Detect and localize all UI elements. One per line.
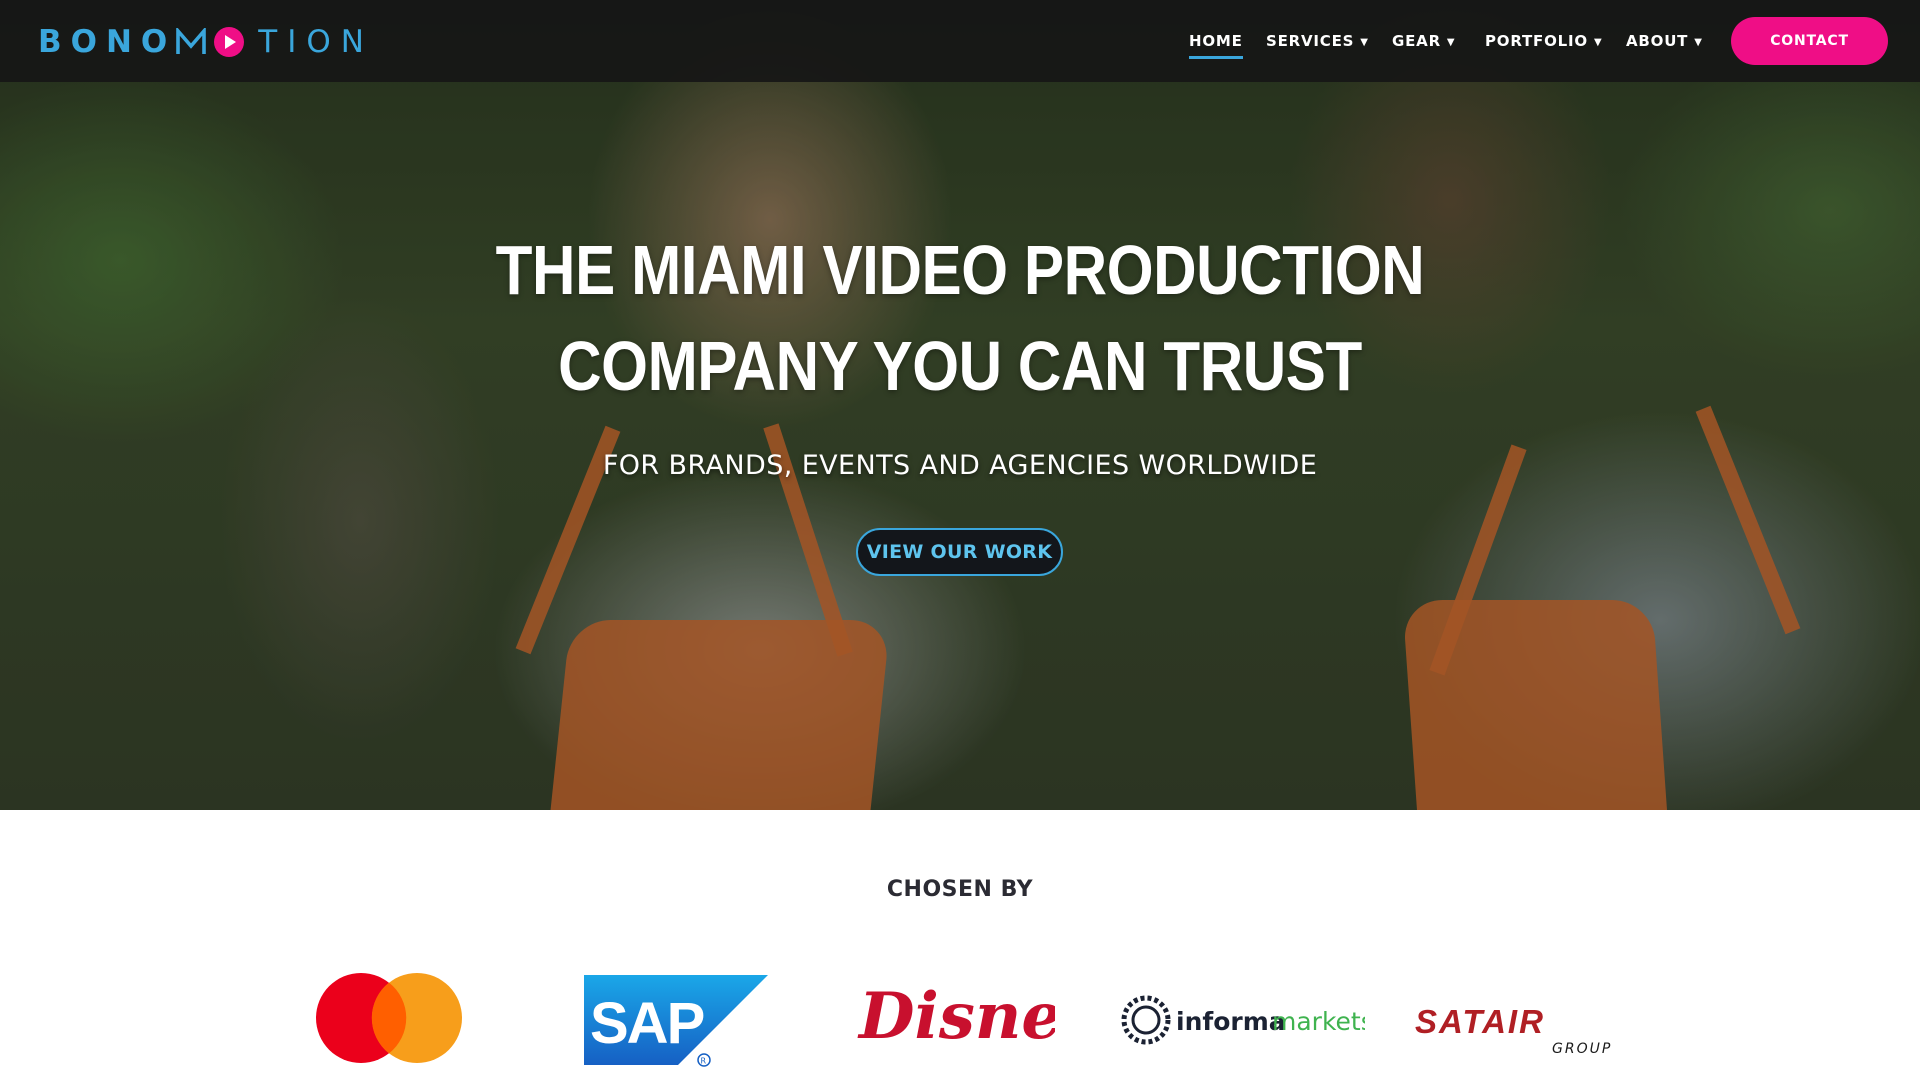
- clients-heading: CHOSEN BY: [886, 877, 1034, 902]
- play-icon: [214, 27, 245, 57]
- view-our-work-button[interactable]: VIEW OUR WORK: [856, 528, 1063, 576]
- site-header: BONO TION HOME SERVICES ▼ GEAR ▼ PORTFOL…: [0, 0, 1920, 82]
- disney-logo: Disney: [855, 968, 1103, 1068]
- informa-markets-logo: informa markets: [1120, 990, 1374, 1050]
- hero-subtitle: FOR BRANDS, EVENTS AND AGENCIES WORLDWID…: [602, 450, 1318, 481]
- nav-item-services[interactable]: SERVICES ▼: [1266, 31, 1369, 51]
- chevron-down-icon: ▼: [1593, 36, 1603, 48]
- satair-logo-text: SATAIR: [1415, 1003, 1545, 1040]
- nav-item-label: GEAR: [1392, 32, 1441, 50]
- chevron-down-icon: ▼: [1360, 36, 1369, 48]
- nav-item-gear[interactable]: GEAR ▼: [1392, 31, 1455, 51]
- chevron-down-icon: ▼: [1446, 36, 1456, 48]
- apron: [1402, 600, 1668, 810]
- site-logo[interactable]: BONO TION: [38, 24, 374, 60]
- mastercard-logo: [315, 972, 463, 1064]
- nav-item-label: HOME: [1189, 32, 1243, 50]
- informa-logo-text: informa: [1176, 1007, 1286, 1036]
- hero-title: THE MIAMI VIDEO PRODUCTION COMPANY YOU C…: [444, 222, 1476, 414]
- logo-text-bono: BONO: [38, 24, 177, 60]
- chevron-down-icon: ▼: [1694, 36, 1703, 48]
- svg-text:R: R: [701, 1057, 707, 1066]
- satair-group-logo: SATAIR GROUP: [1415, 1003, 1635, 1059]
- group-logo-text: GROUP: [1552, 1041, 1612, 1057]
- sap-logo-text: SAP: [590, 991, 704, 1056]
- logo-m-glyph: [176, 26, 207, 56]
- disney-logo-text: Disney: [857, 979, 1055, 1054]
- apron-strap: [1695, 405, 1801, 635]
- hero-title-line: COMPANY YOU CAN TRUST: [558, 327, 1362, 405]
- nav-item-about[interactable]: ABOUT ▼: [1626, 31, 1703, 51]
- nav-item-label: PORTFOLIO: [1485, 32, 1588, 50]
- nav-item-portfolio[interactable]: PORTFOLIO ▼: [1485, 31, 1602, 51]
- contact-button[interactable]: CONTACT: [1731, 17, 1888, 65]
- nav-item-label: ABOUT: [1626, 32, 1689, 50]
- sap-logo: SAP R: [584, 975, 770, 1067]
- logo-text-tion: TION: [258, 24, 374, 60]
- nav-item-label: SERVICES: [1266, 32, 1355, 50]
- hero-title-line: THE MIAMI VIDEO PRODUCTION: [495, 231, 1425, 309]
- apron: [549, 620, 891, 810]
- nav-item-home[interactable]: HOME: [1189, 31, 1243, 59]
- markets-logo-text: markets: [1272, 1007, 1365, 1036]
